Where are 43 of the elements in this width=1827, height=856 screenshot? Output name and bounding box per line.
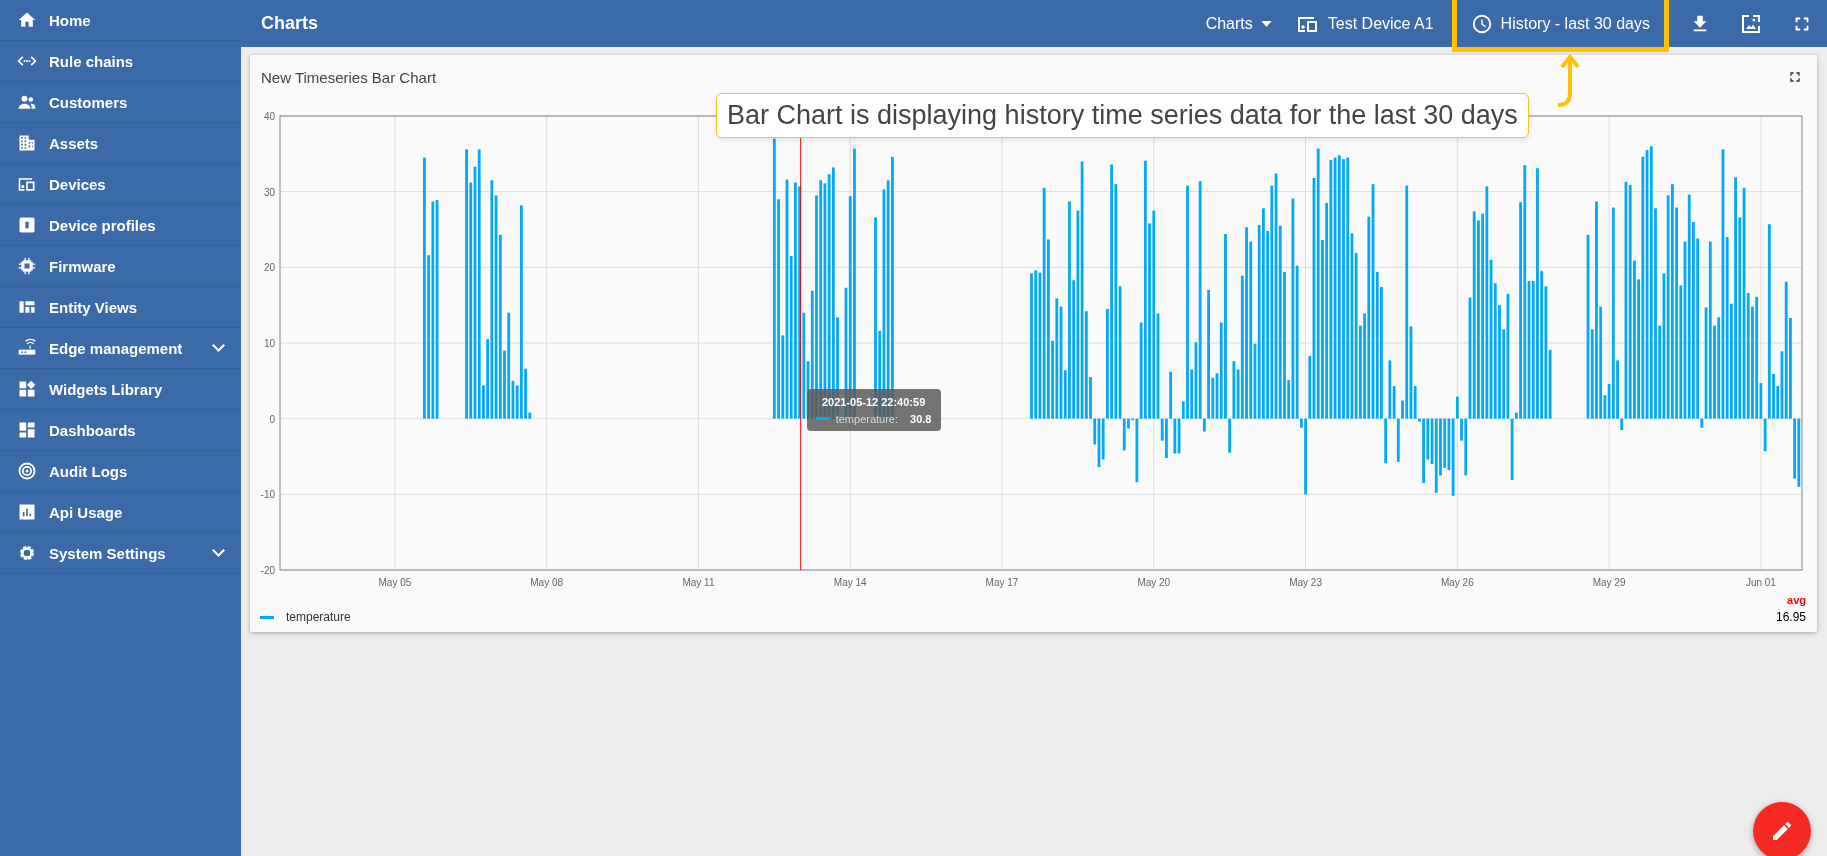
- sidebar-item[interactable]: Dashboards: [0, 410, 241, 451]
- y-axis-label: 10: [263, 338, 275, 349]
- tooltip-time: 2021-05-12 22:40:59: [820, 395, 927, 408]
- x-axis-label: May 05: [378, 577, 412, 588]
- y-axis-label: 20: [263, 262, 275, 274]
- sidebar-item[interactable]: Firmware: [0, 246, 241, 287]
- x-axis-label: May 11: [682, 577, 715, 588]
- y-axis-label: -20: [260, 565, 275, 576]
- tooltip-value: 30.8: [910, 412, 932, 425]
- state-dropdown[interactable]: Charts: [1193, 0, 1284, 47]
- sidebar-item[interactable]: Api Usage: [0, 492, 241, 533]
- x-axis-label: May 20: [1137, 577, 1171, 588]
- sidebar-item[interactable]: Assets: [0, 123, 241, 164]
- sidebar-item[interactable]: Device profiles: [0, 205, 241, 246]
- x-axis-label: May 14: [833, 577, 867, 588]
- y-axis-label: -10: [260, 489, 275, 501]
- y-axis-label: 0: [269, 413, 275, 425]
- sidebar-item[interactable]: Widgets Library: [0, 369, 241, 410]
- sidebar-item[interactable]: Audit Logs: [0, 451, 241, 492]
- sidebar-item[interactable]: Rule chains: [0, 41, 241, 82]
- sidebar-item[interactable]: Customers: [0, 82, 241, 123]
- x-axis-label: May 17: [985, 577, 1019, 588]
- callout-note: Bar Chart is displaying history time series data for the last 30 days: [716, 93, 1529, 138]
- sidebar-item[interactable]: Edge management: [0, 328, 241, 369]
- sidebar-item[interactable]: Devices: [0, 164, 241, 205]
- sidebar-item[interactable]: Home: [0, 0, 241, 41]
- stat-value: 16.95: [1775, 610, 1806, 624]
- card-title: New Timeseries Bar Chart: [261, 68, 437, 86]
- y-axis-label: 30: [263, 186, 275, 198]
- stat-label: avg: [1787, 594, 1806, 606]
- x-axis-label: May 26: [1440, 577, 1474, 588]
- y-axis-label: 40: [263, 111, 275, 122]
- legend-label: temperature: [286, 610, 351, 624]
- sidebar-item[interactable]: Entity Views: [0, 287, 241, 328]
- device-selector[interactable]: Test Device A1: [1283, 0, 1446, 47]
- tooltip-label: temperature:: [835, 412, 899, 425]
- page-title: Charts: [261, 12, 319, 35]
- sidebar-item[interactable]: System Settings: [0, 533, 241, 574]
- x-axis-label: May 08: [530, 577, 564, 588]
- x-axis-label: Jun 01: [1745, 577, 1776, 588]
- x-axis-label: May 29: [1592, 577, 1626, 588]
- x-axis-label: May 23: [1289, 577, 1322, 588]
- timewindow-button[interactable]: History - last 30 days: [1451, 0, 1669, 52]
